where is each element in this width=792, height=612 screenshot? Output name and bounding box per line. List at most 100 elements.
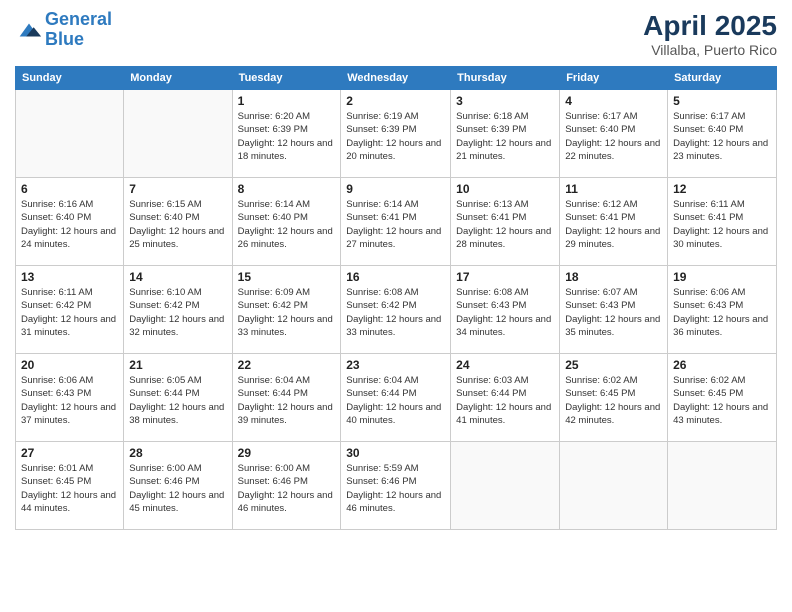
calendar-cell <box>124 90 232 178</box>
day-info: Sunrise: 6:04 AM Sunset: 6:44 PM Dayligh… <box>346 374 445 427</box>
day-number: 13 <box>21 270 118 284</box>
calendar-header-row: SundayMondayTuesdayWednesdayThursdayFrid… <box>16 67 777 90</box>
day-info: Sunrise: 6:14 AM Sunset: 6:40 PM Dayligh… <box>238 198 336 251</box>
day-of-week-header: Tuesday <box>232 67 341 90</box>
day-number: 4 <box>565 94 662 108</box>
title-block: April 2025 Villalba, Puerto Rico <box>643 10 777 58</box>
day-info: Sunrise: 6:06 AM Sunset: 6:43 PM Dayligh… <box>21 374 118 427</box>
day-info: Sunrise: 6:02 AM Sunset: 6:45 PM Dayligh… <box>565 374 662 427</box>
logo-icon <box>15 16 43 44</box>
calendar-cell <box>451 442 560 530</box>
day-of-week-header: Saturday <box>668 67 777 90</box>
day-number: 17 <box>456 270 554 284</box>
day-info: Sunrise: 6:03 AM Sunset: 6:44 PM Dayligh… <box>456 374 554 427</box>
day-number: 27 <box>21 446 118 460</box>
calendar-cell: 13 Sunrise: 6:11 AM Sunset: 6:42 PM Dayli… <box>16 266 124 354</box>
calendar-week-row: 6 Sunrise: 6:16 AM Sunset: 6:40 PM Daylig… <box>16 178 777 266</box>
header: General Blue April 2025 Villalba, Puerto… <box>15 10 777 58</box>
day-info: Sunrise: 6:10 AM Sunset: 6:42 PM Dayligh… <box>129 286 226 339</box>
calendar-cell: 3 Sunrise: 6:18 AM Sunset: 6:39 PM Daylig… <box>451 90 560 178</box>
day-number: 9 <box>346 182 445 196</box>
day-info: Sunrise: 6:17 AM Sunset: 6:40 PM Dayligh… <box>565 110 662 163</box>
location: Villalba, Puerto Rico <box>643 42 777 58</box>
day-of-week-header: Friday <box>560 67 668 90</box>
calendar-cell: 25 Sunrise: 6:02 AM Sunset: 6:45 PM Dayli… <box>560 354 668 442</box>
day-number: 16 <box>346 270 445 284</box>
day-number: 1 <box>238 94 336 108</box>
calendar-cell: 30Sunrise: 5:59 AM Sunset: 6:46 PM Dayli… <box>341 442 451 530</box>
day-info: Sunrise: 5:59 AM Sunset: 6:46 PM Dayligh… <box>346 462 445 515</box>
calendar-cell: 17Sunrise: 6:08 AM Sunset: 6:43 PM Dayli… <box>451 266 560 354</box>
day-info: Sunrise: 6:14 AM Sunset: 6:41 PM Dayligh… <box>346 198 445 251</box>
day-info: Sunrise: 6:11 AM Sunset: 6:42 PM Dayligh… <box>21 286 118 339</box>
calendar-cell: 19Sunrise: 6:06 AM Sunset: 6:43 PM Dayli… <box>668 266 777 354</box>
day-info: Sunrise: 6:05 AM Sunset: 6:44 PM Dayligh… <box>129 374 226 427</box>
calendar-cell: 2Sunrise: 6:19 AM Sunset: 6:39 PM Daylig… <box>341 90 451 178</box>
calendar-cell: 11Sunrise: 6:12 AM Sunset: 6:41 PM Dayli… <box>560 178 668 266</box>
day-number: 29 <box>238 446 336 460</box>
calendar-cell <box>560 442 668 530</box>
day-info: Sunrise: 6:11 AM Sunset: 6:41 PM Dayligh… <box>673 198 771 251</box>
calendar-week-row: 27 Sunrise: 6:01 AM Sunset: 6:45 PM Dayli… <box>16 442 777 530</box>
calendar-cell: 1 Sunrise: 6:20 AM Sunset: 6:39 PM Daylig… <box>232 90 341 178</box>
day-info: Sunrise: 6:02 AM Sunset: 6:45 PM Dayligh… <box>673 374 771 427</box>
calendar-cell: 6 Sunrise: 6:16 AM Sunset: 6:40 PM Daylig… <box>16 178 124 266</box>
calendar-cell: 7 Sunrise: 6:15 AM Sunset: 6:40 PM Daylig… <box>124 178 232 266</box>
day-number: 6 <box>21 182 118 196</box>
day-info: Sunrise: 6:17 AM Sunset: 6:40 PM Dayligh… <box>673 110 771 163</box>
day-number: 25 <box>565 358 662 372</box>
calendar-cell: 16Sunrise: 6:08 AM Sunset: 6:42 PM Dayli… <box>341 266 451 354</box>
calendar-cell: 26Sunrise: 6:02 AM Sunset: 6:45 PM Dayli… <box>668 354 777 442</box>
day-number: 22 <box>238 358 336 372</box>
calendar-cell: 4 Sunrise: 6:17 AM Sunset: 6:40 PM Daylig… <box>560 90 668 178</box>
day-number: 23 <box>346 358 445 372</box>
day-number: 3 <box>456 94 554 108</box>
day-info: Sunrise: 6:07 AM Sunset: 6:43 PM Dayligh… <box>565 286 662 339</box>
day-info: Sunrise: 6:09 AM Sunset: 6:42 PM Dayligh… <box>238 286 336 339</box>
day-info: Sunrise: 6:01 AM Sunset: 6:45 PM Dayligh… <box>21 462 118 515</box>
calendar-cell: 8Sunrise: 6:14 AM Sunset: 6:40 PM Daylig… <box>232 178 341 266</box>
page: General Blue April 2025 Villalba, Puerto… <box>0 0 792 612</box>
calendar-week-row: 1 Sunrise: 6:20 AM Sunset: 6:39 PM Daylig… <box>16 90 777 178</box>
day-info: Sunrise: 6:00 AM Sunset: 6:46 PM Dayligh… <box>238 462 336 515</box>
day-number: 10 <box>456 182 554 196</box>
logo-text: General Blue <box>45 10 112 50</box>
day-of-week-header: Thursday <box>451 67 560 90</box>
calendar-cell: 22Sunrise: 6:04 AM Sunset: 6:44 PM Dayli… <box>232 354 341 442</box>
calendar-cell: 29 Sunrise: 6:00 AM Sunset: 6:46 PM Dayli… <box>232 442 341 530</box>
day-info: Sunrise: 6:20 AM Sunset: 6:39 PM Dayligh… <box>238 110 336 163</box>
day-info: Sunrise: 6:18 AM Sunset: 6:39 PM Dayligh… <box>456 110 554 163</box>
calendar-cell: 21 Sunrise: 6:05 AM Sunset: 6:44 PM Dayli… <box>124 354 232 442</box>
day-number: 19 <box>673 270 771 284</box>
day-number: 11 <box>565 182 662 196</box>
calendar-cell: 10Sunrise: 6:13 AM Sunset: 6:41 PM Dayli… <box>451 178 560 266</box>
day-number: 15 <box>238 270 336 284</box>
calendar-cell: 12 Sunrise: 6:11 AM Sunset: 6:41 PM Dayli… <box>668 178 777 266</box>
day-number: 7 <box>129 182 226 196</box>
day-of-week-header: Monday <box>124 67 232 90</box>
day-number: 20 <box>21 358 118 372</box>
month-title: April 2025 <box>643 10 777 42</box>
day-info: Sunrise: 6:00 AM Sunset: 6:46 PM Dayligh… <box>129 462 226 515</box>
calendar-cell: 5 Sunrise: 6:17 AM Sunset: 6:40 PM Daylig… <box>668 90 777 178</box>
day-number: 2 <box>346 94 445 108</box>
day-info: Sunrise: 6:15 AM Sunset: 6:40 PM Dayligh… <box>129 198 226 251</box>
logo-line1: General <box>45 9 112 29</box>
day-number: 5 <box>673 94 771 108</box>
calendar-cell: 23 Sunrise: 6:04 AM Sunset: 6:44 PM Dayli… <box>341 354 451 442</box>
calendar-cell: 27 Sunrise: 6:01 AM Sunset: 6:45 PM Dayli… <box>16 442 124 530</box>
day-info: Sunrise: 6:16 AM Sunset: 6:40 PM Dayligh… <box>21 198 118 251</box>
calendar: SundayMondayTuesdayWednesdayThursdayFrid… <box>15 66 777 530</box>
day-number: 12 <box>673 182 771 196</box>
calendar-cell: 20 Sunrise: 6:06 AM Sunset: 6:43 PM Dayli… <box>16 354 124 442</box>
day-of-week-header: Wednesday <box>341 67 451 90</box>
logo-line2: Blue <box>45 29 84 49</box>
calendar-cell: 15 Sunrise: 6:09 AM Sunset: 6:42 PM Dayli… <box>232 266 341 354</box>
calendar-cell: 9 Sunrise: 6:14 AM Sunset: 6:41 PM Daylig… <box>341 178 451 266</box>
calendar-cell: 28Sunrise: 6:00 AM Sunset: 6:46 PM Dayli… <box>124 442 232 530</box>
day-number: 21 <box>129 358 226 372</box>
calendar-cell: 14 Sunrise: 6:10 AM Sunset: 6:42 PM Dayli… <box>124 266 232 354</box>
calendar-cell: 18Sunrise: 6:07 AM Sunset: 6:43 PM Dayli… <box>560 266 668 354</box>
day-number: 14 <box>129 270 226 284</box>
logo: General Blue <box>15 10 112 50</box>
